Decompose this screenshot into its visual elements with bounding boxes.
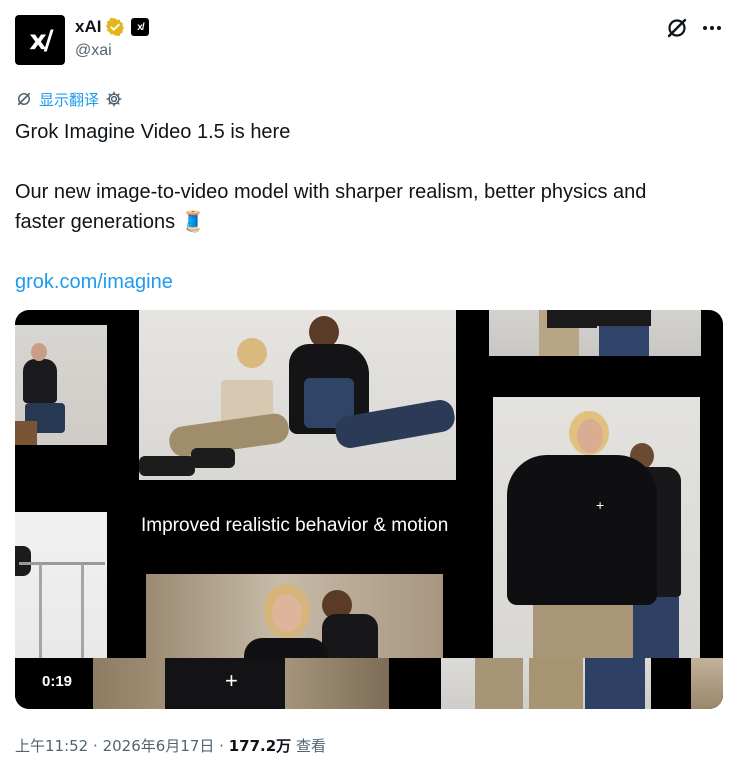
video-duration: 0:19: [23, 666, 91, 696]
meta-separator: ·: [219, 737, 224, 755]
grok-translate-icon: [17, 92, 31, 106]
gear-icon[interactable]: [105, 90, 123, 108]
video-frame-railing: [15, 512, 107, 667]
tweet-date[interactable]: 2026年6月17日: [103, 737, 215, 755]
views-label: 查看: [295, 737, 326, 755]
video-filmstrip: +: [15, 658, 723, 709]
author-name-row: xAI x/: [75, 16, 150, 38]
grok-icon[interactable]: [665, 16, 689, 40]
verified-badge-icon: [106, 17, 125, 36]
tweet-line-2: Our new image-to-video model with sharpe…: [15, 181, 647, 203]
show-translation-link[interactable]: 显示翻译: [39, 89, 99, 110]
handle[interactable]: @xai: [75, 42, 112, 60]
thread-emoji-icon: 🧵: [180, 211, 206, 233]
avatar[interactable]: x/: [15, 15, 65, 65]
video-frame-seated-person: [15, 325, 107, 445]
tweet-line-3: faster generations 🧵: [15, 207, 725, 237]
tweet-link[interactable]: grok.com/imagine: [15, 267, 725, 297]
xai-logo: x/: [29, 24, 53, 56]
more-options-icon[interactable]: [700, 16, 724, 40]
translate-row[interactable]: 显示翻译: [15, 89, 123, 109]
video-frame-couple-sitting: [139, 310, 456, 480]
tweet-line-3-text: faster generations: [15, 211, 176, 233]
view-count: 177.2万: [228, 737, 292, 755]
video-player[interactable]: + + Improved realistic behavior & motion…: [15, 310, 723, 709]
tweet-line-1: Grok Imagine Video 1.5 is here: [15, 121, 291, 143]
meta-separator: ·: [93, 737, 98, 755]
tweet-meta: 上午11:52 · 2026年6月17日 · 177.2万 查看: [15, 735, 326, 756]
video-caption: Improved realistic behavior & motion: [141, 515, 449, 536]
video-frame-legs-top-right: [489, 310, 701, 356]
ellipsis-icon: [703, 26, 721, 30]
tweet-time[interactable]: 上午11:52: [15, 737, 88, 755]
tweet-text: Grok Imagine Video 1.5 is here Our new i…: [15, 117, 725, 297]
display-name[interactable]: xAI: [75, 17, 101, 37]
affiliation-badge[interactable]: x/: [131, 18, 150, 36]
